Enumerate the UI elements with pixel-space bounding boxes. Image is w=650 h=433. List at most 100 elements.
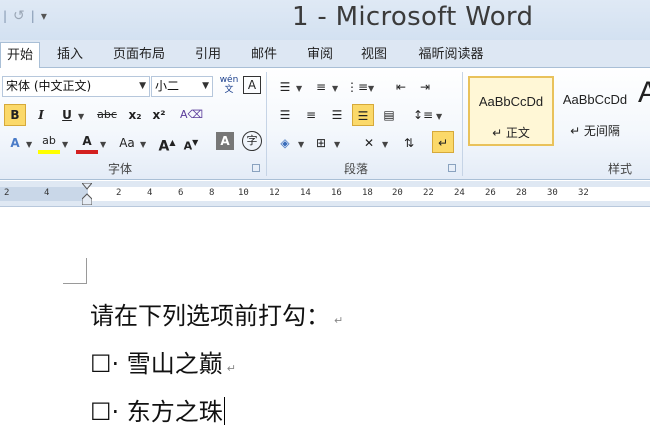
horizontal-ruler[interactable]: 2 4 2 4 6 8 10 12 14 16 18 20 22 24 26 2… [0, 181, 650, 207]
style-normal[interactable]: AaBbCcDd ↵ 正文 [468, 76, 554, 146]
show-paragraph-marks-icon[interactable]: ↵ [432, 131, 454, 153]
align-left-icon[interactable]: ☰ [274, 104, 296, 126]
group-divider [266, 72, 267, 176]
ruler-tick: 8 [209, 188, 215, 198]
paragraph-group-label: 段落 [343, 162, 368, 176]
bold-button[interactable]: B [4, 104, 26, 126]
style-sample: AaBbCcDd [478, 94, 544, 109]
chevron-down-icon[interactable]: ▼ [62, 140, 68, 149]
tab-view[interactable]: 视图 [352, 44, 396, 68]
text-effects-button[interactable]: A [4, 132, 26, 154]
chevron-down-icon[interactable]: ▼ [202, 77, 209, 96]
distributed-icon[interactable]: ▤ [378, 104, 400, 126]
align-center-icon[interactable]: ≡ [300, 104, 322, 126]
paragraph-dialog-launcher-icon[interactable] [448, 164, 456, 172]
font-color-button[interactable]: A [76, 132, 98, 154]
line-text: 请在下列选项前打勾： [90, 302, 330, 330]
bullets-icon[interactable]: ☰ [274, 76, 296, 98]
chevron-down-icon[interactable]: ▼ [26, 140, 32, 149]
phonetic-guide-button[interactable]: wén 文 [218, 75, 240, 97]
chevron-down-icon[interactable]: ▼ [334, 140, 340, 149]
chevron-down-icon[interactable]: ▼ [139, 77, 146, 96]
font-name-value: 宋体 (中文正文) [6, 79, 92, 93]
indent-marker-icon[interactable] [80, 182, 94, 206]
document-line[interactable]: ☐· 东方之珠 [90, 392, 226, 427]
group-divider [462, 72, 463, 176]
shading-icon[interactable]: ◈ [274, 132, 296, 154]
ruler-tick: 18 [362, 188, 373, 198]
ruler-tick: 30 [547, 188, 558, 198]
strikethrough-button[interactable]: abc [92, 104, 122, 126]
chevron-down-icon[interactable]: ▼ [382, 140, 388, 149]
styles-group-label: 样式 [607, 162, 632, 176]
enclose-characters-button[interactable]: 字 [242, 131, 262, 151]
margin-corner-mark [63, 258, 87, 284]
ruler-tick: 16 [331, 188, 342, 198]
ruler-tick: 2 [4, 188, 10, 198]
style-name: ↵ 正文 [492, 126, 530, 140]
style-no-spacing[interactable]: AaBbCcDd ↵ 无间隔 [552, 76, 638, 146]
document-page[interactable]: 请在下列选项前打勾： ↵ ☐· 雪山之巅 ↵ ☐· 东方之珠 [0, 208, 650, 433]
chevron-down-icon[interactable]: ▼ [296, 84, 302, 93]
tab-mailings[interactable]: 邮件 [242, 44, 286, 68]
chinese-layout-icon[interactable]: ✕ [358, 132, 380, 154]
change-case-button[interactable]: Aa [114, 132, 140, 154]
grow-font-button[interactable]: A▲ [156, 132, 178, 155]
decrease-indent-icon[interactable]: ⇤ [390, 76, 412, 98]
borders-icon[interactable]: ⊞ [310, 132, 332, 154]
tab-insert[interactable]: 插入 [48, 44, 92, 68]
sort-icon[interactable]: ⇅ [398, 132, 420, 154]
chevron-down-icon[interactable]: ▼ [298, 140, 304, 149]
text-highlight-button[interactable]: ab [38, 132, 60, 154]
font-name-combo[interactable]: 宋体 (中文正文) ▼ [2, 76, 150, 97]
tab-foxit-reader[interactable]: 福昕阅读器 [408, 44, 494, 68]
ruler-tick: 4 [44, 188, 50, 198]
ruler-tick: 24 [454, 188, 465, 198]
font-dialog-launcher-icon[interactable] [252, 164, 260, 172]
qat-separator: | [3, 9, 8, 23]
qat-separator: | [30, 9, 35, 23]
superscript-button[interactable]: x² [148, 104, 170, 126]
ruler-tick: 20 [392, 188, 403, 198]
align-right-icon[interactable]: ☰ [326, 104, 348, 126]
line-spacing-icon[interactable]: ↕≡ [412, 104, 434, 126]
numbering-icon[interactable]: ≡ [310, 76, 332, 98]
line-text: ☐· 东方之珠 [90, 398, 223, 426]
qat-customize-icon[interactable]: ▾ [38, 9, 50, 23]
subscript-button[interactable]: x₂ [124, 104, 146, 126]
tab-page-layout[interactable]: 页面布局 [104, 44, 174, 68]
clear-formatting-icon[interactable]: A⌫ [180, 104, 203, 126]
redo-icon[interactable]: ↺ [10, 8, 28, 24]
phonetic-label: wén [219, 75, 239, 85]
tab-home[interactable]: 开始 [0, 42, 40, 69]
phonetic-char: 文 [224, 85, 234, 95]
tab-references[interactable]: 引用 [186, 44, 230, 68]
paragraph-mark-icon: ↵ [226, 362, 236, 375]
chevron-down-icon[interactable]: ▼ [140, 140, 146, 149]
underline-button[interactable]: U [56, 104, 78, 126]
ribbon-tabs: 开始 插入 页面布局 引用 邮件 审阅 视图 福昕阅读器 [0, 40, 650, 69]
character-border-button[interactable]: A [243, 76, 261, 94]
chevron-down-icon[interactable]: ▼ [78, 112, 84, 121]
multilevel-list-icon[interactable]: ⋮≡ [346, 76, 368, 98]
font-size-combo[interactable]: 小二 ▼ [151, 76, 213, 97]
increase-indent-icon[interactable]: ⇥ [414, 76, 436, 98]
text-cursor [223, 397, 226, 425]
chevron-down-icon[interactable]: ▼ [436, 112, 442, 121]
tab-review[interactable]: 审阅 [298, 44, 342, 68]
ruler-tick: 6 [178, 188, 184, 198]
paragraph-mark-icon: ↵ [334, 314, 344, 327]
document-line[interactable]: 请在下列选项前打勾： ↵ [90, 296, 343, 331]
shrink-font-button[interactable]: A▼ [180, 132, 202, 154]
justify-icon[interactable]: ☰ [352, 104, 374, 126]
chevron-down-icon[interactable]: ▼ [332, 84, 338, 93]
ruler-tick: 22 [423, 188, 434, 198]
italic-button[interactable]: I [30, 104, 52, 126]
style-heading-partial[interactable]: A [638, 76, 650, 110]
title-bar: | ↺ | ▾ 1 - Microsoft Word [0, 0, 650, 40]
ruler-tick: 12 [269, 188, 280, 198]
chevron-down-icon[interactable]: ▼ [368, 84, 374, 93]
document-line[interactable]: ☐· 雪山之巅 ↵ [90, 344, 236, 379]
chevron-down-icon[interactable]: ▼ [100, 140, 106, 149]
character-shading-button[interactable]: A [216, 132, 234, 150]
